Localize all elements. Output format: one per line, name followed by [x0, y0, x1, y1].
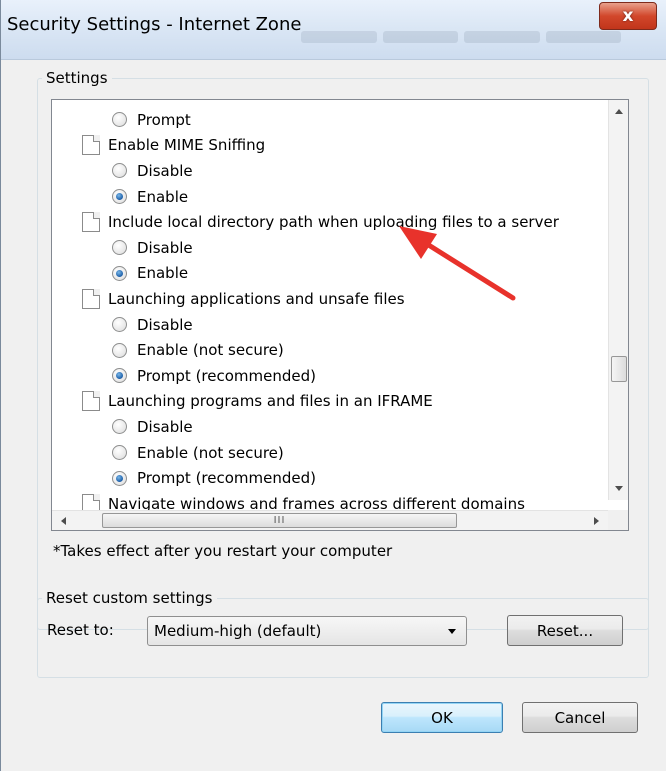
setting-category: Include local directory path when upload…: [52, 209, 592, 235]
option-label: Prompt (recommended): [137, 469, 317, 488]
option-label: Enable (not secure): [137, 443, 284, 462]
settings-group-label: Settings: [42, 69, 112, 87]
category-label: Enable MIME Sniffing: [108, 136, 266, 155]
reset-button[interactable]: Reset...: [507, 615, 623, 646]
option-label: Prompt: [137, 110, 191, 129]
radio-checked-icon[interactable]: [112, 368, 127, 384]
scroll-right-arrow-icon[interactable]: [594, 517, 599, 525]
window-title: Security Settings - Internet Zone: [7, 14, 302, 35]
radio-unchecked-icon[interactable]: [112, 317, 127, 333]
radio-checked-icon[interactable]: [112, 189, 127, 205]
settings-list: Prompt Enable MIME Sniffing Disable Enable I…: [52, 107, 592, 517]
option-label: Enable (not secure): [137, 341, 284, 360]
ok-button[interactable]: OK: [381, 702, 503, 733]
radio-unchecked-icon[interactable]: [112, 419, 127, 435]
setting-option[interactable]: Disable: [52, 158, 592, 184]
horizontal-scrollbar[interactable]: III: [52, 510, 608, 530]
option-label: Enable: [137, 264, 189, 283]
horizontal-scroll-thumb[interactable]: III: [102, 513, 457, 528]
category-label: Include local directory path when upload…: [108, 213, 559, 232]
setting-category: Launching applications and unsafe files: [52, 286, 592, 312]
title-bar[interactable]: Security Settings - Internet Zone x: [1, 0, 666, 60]
scroll-left-arrow-icon[interactable]: [61, 517, 66, 525]
setting-option[interactable]: Enable (not secure): [52, 337, 592, 363]
setting-option[interactable]: Enable: [52, 261, 592, 287]
radio-unchecked-icon[interactable]: [112, 240, 127, 256]
reset-level-select[interactable]: Medium-high (default): [147, 616, 467, 646]
radio-unchecked-icon[interactable]: [112, 445, 127, 461]
document-icon: [82, 288, 100, 309]
option-label: Disable: [137, 161, 193, 180]
setting-option[interactable]: Disable: [52, 312, 592, 338]
settings-tree[interactable]: Prompt Enable MIME Sniffing Disable Enable I…: [51, 99, 629, 531]
close-button[interactable]: x: [599, 2, 657, 30]
option-label: Disable: [137, 238, 193, 257]
radio-unchecked-icon[interactable]: [112, 163, 127, 179]
setting-option[interactable]: Disable: [52, 414, 592, 440]
setting-option[interactable]: Enable (not secure): [52, 440, 592, 466]
setting-category: Enable MIME Sniffing: [52, 133, 592, 159]
dialog-body: Settings Prompt Enable MIME Sniffing Disab…: [1, 60, 666, 771]
document-icon: [82, 391, 100, 412]
chevron-down-icon: [448, 629, 456, 634]
radio-unchecked-icon[interactable]: [112, 342, 127, 358]
option-label: Disable: [137, 315, 193, 334]
setting-option[interactable]: Prompt (recommended): [52, 465, 592, 491]
background-window-tabs: [301, 26, 621, 48]
option-label: Prompt (recommended): [137, 366, 317, 385]
setting-option[interactable]: Enable: [52, 184, 592, 210]
reset-group-label: Reset custom settings: [42, 589, 217, 607]
option-label: Enable: [137, 187, 189, 206]
setting-option[interactable]: Prompt: [52, 107, 592, 133]
scroll-corner: [608, 510, 628, 530]
document-icon: [82, 212, 100, 233]
cancel-button[interactable]: Cancel: [522, 702, 638, 733]
radio-unchecked-icon[interactable]: [112, 112, 127, 128]
document-icon: [82, 135, 100, 156]
setting-option[interactable]: Disable: [52, 235, 592, 261]
setting-option[interactable]: Prompt (recommended): [52, 363, 592, 389]
reset-level-value: Medium-high (default): [154, 622, 322, 640]
grip-icon: III: [273, 515, 286, 526]
scroll-down-arrow-icon[interactable]: [615, 486, 623, 491]
vertical-scrollbar[interactable]: [608, 100, 628, 500]
radio-checked-icon[interactable]: [112, 470, 127, 486]
option-label: Disable: [137, 417, 193, 436]
security-settings-dialog: Security Settings - Internet Zone x Sett…: [0, 0, 666, 771]
category-label: Launching applications and unsafe files: [108, 289, 405, 308]
close-icon: x: [622, 6, 634, 26]
scroll-up-arrow-icon[interactable]: [615, 109, 623, 114]
restart-note: *Takes effect after you restart your com…: [53, 542, 393, 560]
vertical-scroll-thumb[interactable]: [611, 356, 627, 382]
reset-to-label: Reset to:: [47, 621, 114, 639]
category-label: Launching programs and files in an IFRAM…: [108, 392, 433, 411]
setting-category: Launching programs and files in an IFRAM…: [52, 389, 592, 415]
radio-checked-icon[interactable]: [112, 265, 127, 281]
